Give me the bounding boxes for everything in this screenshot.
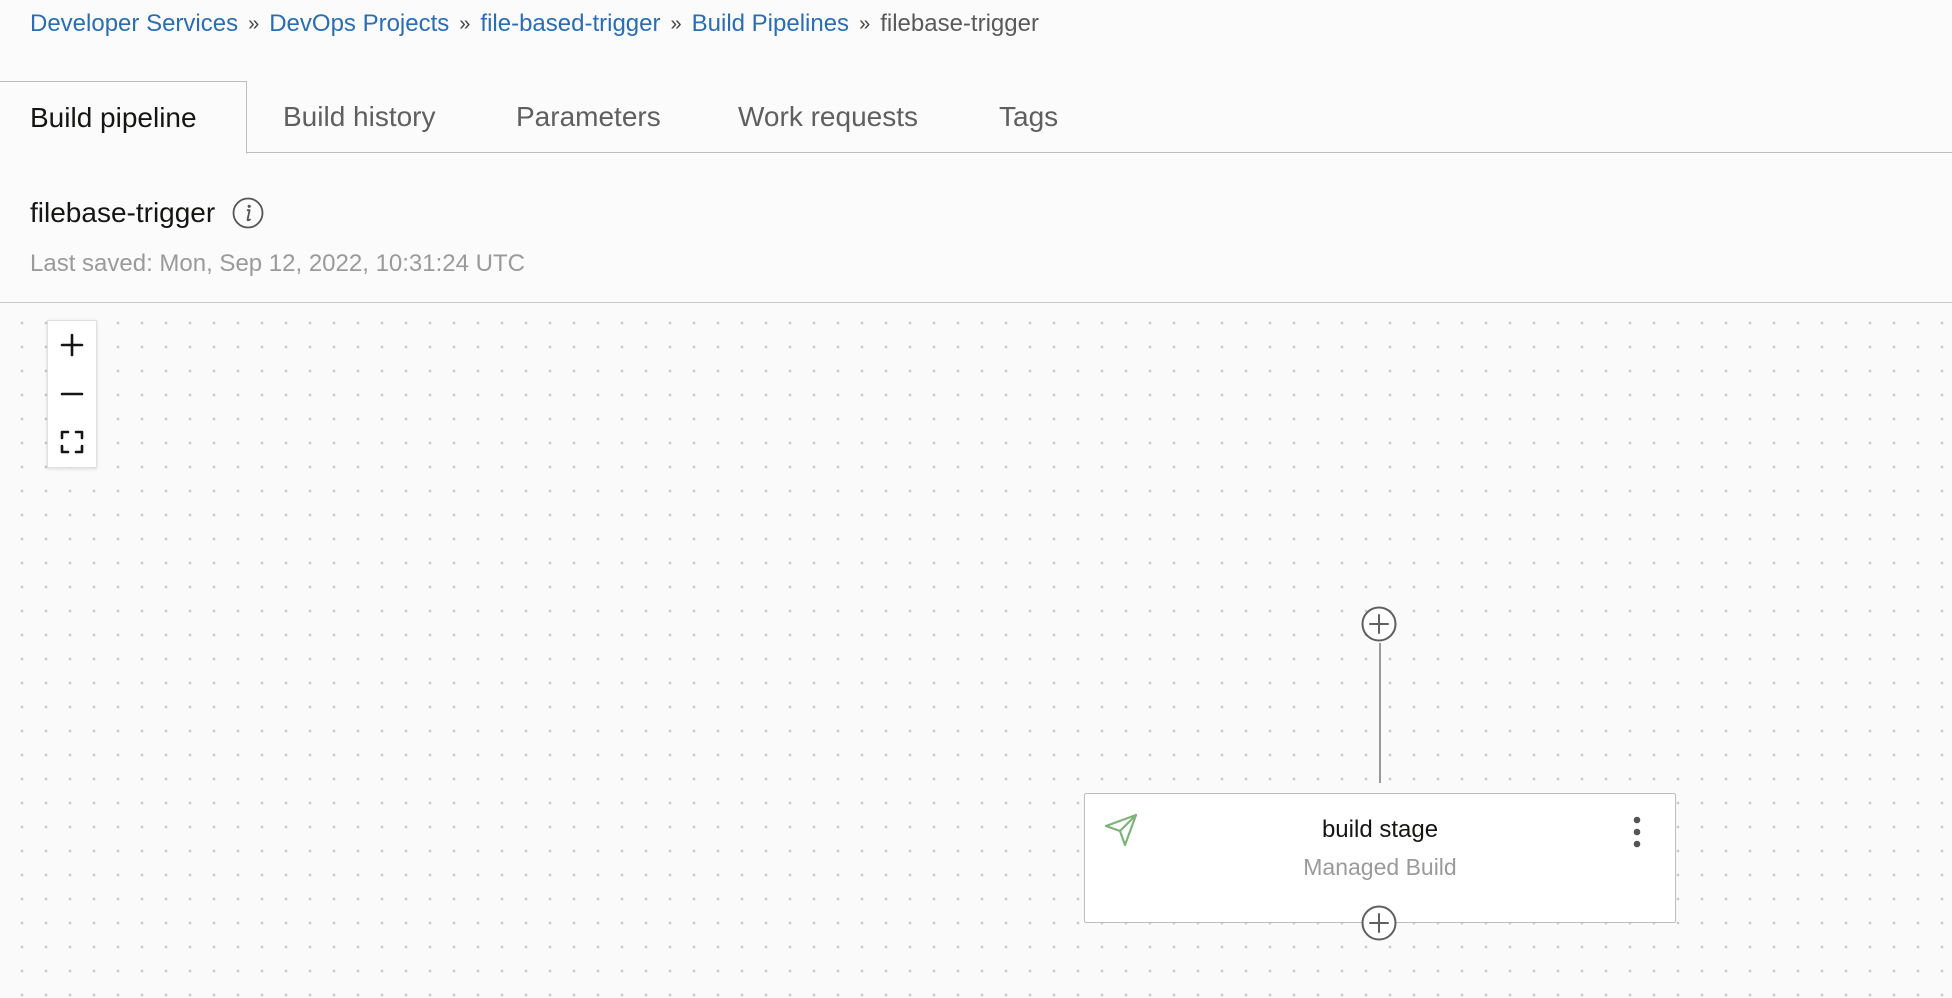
info-icon[interactable]: [232, 197, 264, 229]
tab-build-pipeline[interactable]: Build pipeline: [0, 81, 247, 154]
zoom-controls: [47, 320, 97, 468]
breadcrumb-current: filebase-trigger: [880, 10, 1039, 37]
tab-build-history[interactable]: Build history: [283, 81, 436, 153]
breadcrumb-build-pipelines[interactable]: Build Pipelines: [692, 8, 849, 40]
minus-icon: [60, 392, 84, 396]
zoom-in-button[interactable]: [48, 321, 96, 369]
fit-to-screen-icon: [60, 430, 84, 454]
breadcrumb-separator: »: [459, 13, 471, 35]
fit-to-screen-button[interactable]: [48, 418, 96, 466]
breadcrumb-separator: »: [670, 13, 682, 35]
breadcrumb-devops-projects[interactable]: DevOps Projects: [269, 8, 449, 40]
page-title: filebase-trigger: [30, 197, 216, 228]
breadcrumb-project[interactable]: file-based-trigger: [480, 8, 660, 40]
tab-parameters[interactable]: Parameters: [516, 81, 661, 153]
tab-tags[interactable]: Tags: [999, 81, 1058, 153]
stage-title: build stage: [1321, 816, 1439, 843]
breadcrumb-separator: »: [859, 13, 871, 35]
add-stage-below-icon[interactable]: [1361, 905, 1397, 941]
build-pipeline-page: Developer Services » DevOps Projects » f…: [0, 0, 1952, 998]
more-actions-icon[interactable]: [1625, 812, 1649, 852]
breadcrumb-developer-services[interactable]: Developer Services: [30, 8, 238, 40]
add-stage-above-icon[interactable]: [1361, 606, 1397, 642]
stage-type: Managed Build: [1303, 854, 1457, 880]
tab-work-requests[interactable]: Work requests: [738, 81, 918, 153]
plus-icon: [60, 333, 84, 357]
last-saved-timestamp: Last saved: Mon, Sep 12, 2022, 10:31:24 …: [30, 250, 525, 277]
stage-card-build-stage[interactable]: build stage Managed Build: [1084, 793, 1676, 923]
zoom-out-button[interactable]: [48, 370, 96, 418]
breadcrumb-separator: »: [248, 13, 260, 35]
stage-connector-line: [1379, 643, 1381, 783]
tab-bar: Build pipeline Build history Parameters …: [0, 81, 1952, 154]
breadcrumb: Developer Services » DevOps Projects » f…: [30, 8, 1039, 40]
